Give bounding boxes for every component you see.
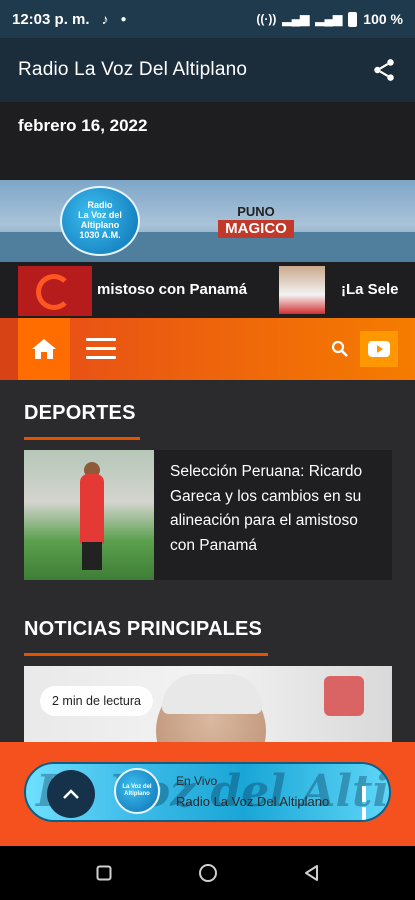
player-station-name: Radio La Voz Del Altiplano (176, 794, 330, 809)
pause-icon (362, 786, 366, 802)
status-icons: ((·)) ▂▄▆ ▂▄▆ 100 % (256, 11, 403, 27)
battery-icon (348, 11, 358, 27)
logo-line-3: 1030 A.M. (79, 229, 121, 240)
article-thumbnail[interactable] (24, 450, 154, 580)
logo-line-2: La Voz del Altiplano (78, 210, 122, 230)
pause-button[interactable] (362, 786, 376, 820)
home-nav-icon[interactable] (198, 863, 218, 883)
station-logo: Radio La Voz del Altiplano 1030 A.M. (60, 186, 140, 256)
home-icon (32, 339, 56, 359)
ticker-thumbnail[interactable] (18, 266, 92, 316)
nav-left-strip (0, 318, 18, 380)
radio-player: La Voz del Altiplano La Voz del Altiplan… (0, 742, 415, 846)
content-area: DEPORTES Selección Peruana: Ricardo Gare… (0, 380, 415, 742)
share-icon[interactable] (371, 57, 397, 83)
menu-button[interactable] (86, 338, 116, 360)
ticker-item[interactable]: mistoso con Panamá (97, 281, 247, 298)
header-banner[interactable]: Radio La Voz del Altiplano 1030 A.M. PUN… (0, 180, 415, 262)
puno-sign: PUNO (237, 204, 275, 219)
status-time: 12:03 p. m. (12, 10, 90, 28)
date-area: febrero 16, 2022 (0, 102, 415, 180)
news-ticker[interactable]: mistoso con Panamá ¡La Sele (0, 262, 415, 318)
chevron-up-icon (63, 789, 79, 799)
main-nav (0, 318, 415, 380)
recents-icon[interactable] (96, 865, 112, 881)
banner-lake (0, 232, 415, 262)
section-underline (24, 653, 268, 656)
section-underline (24, 437, 140, 440)
home-button[interactable] (18, 318, 70, 380)
hotspot-icon: ((·)) (256, 12, 277, 26)
status-bar: 12:03 p. m. ♪ ● ((·)) ▂▄▆ ▂▄▆ 100 % (0, 0, 415, 38)
reading-time-badge: 2 min de lectura (40, 686, 153, 716)
signal-icon: ▂▄▆ (282, 12, 310, 26)
youtube-button[interactable] (360, 331, 398, 367)
article-card[interactable]: Selección Peruana: Ricardo Gareca y los … (24, 450, 392, 580)
back-icon[interactable] (303, 864, 319, 882)
player-bar[interactable]: La Voz del Altiplano La Voz del Altiplan… (24, 762, 391, 822)
battery-level: 100 % (363, 11, 403, 27)
player-station-logo: La Voz del Altiplano (114, 768, 160, 814)
ticker-item[interactable]: ¡La Sele (341, 281, 399, 298)
current-date: febrero 16, 2022 (18, 116, 148, 135)
search-icon[interactable] (331, 340, 349, 358)
magico-sign: MAGICO (218, 220, 294, 238)
featured-article-card[interactable]: 2 min de lectura (24, 666, 392, 742)
ticker-thumbnail[interactable] (279, 266, 325, 314)
notification-dot-icon: ● (120, 13, 127, 25)
signal-2-icon: ▂▄▆ (315, 12, 343, 26)
article-headline[interactable]: Selección Peruana: Ricardo Gareca y los … (170, 460, 380, 558)
app-bar: Radio La Voz Del Altiplano (0, 38, 415, 102)
section-title-noticias: NOTICIAS PRINCIPALES (24, 618, 263, 640)
section-title-deportes: DEPORTES (24, 402, 136, 424)
media-note-icon: ♪ (101, 11, 109, 27)
player-status: En Vivo (176, 774, 218, 788)
loading-ring-icon (36, 274, 72, 310)
app-title: Radio La Voz Del Altiplano (18, 59, 248, 80)
expand-player-button[interactable] (47, 770, 95, 818)
menu-icon (86, 338, 116, 341)
youtube-icon (368, 341, 390, 357)
system-navigation-bar (0, 846, 415, 900)
